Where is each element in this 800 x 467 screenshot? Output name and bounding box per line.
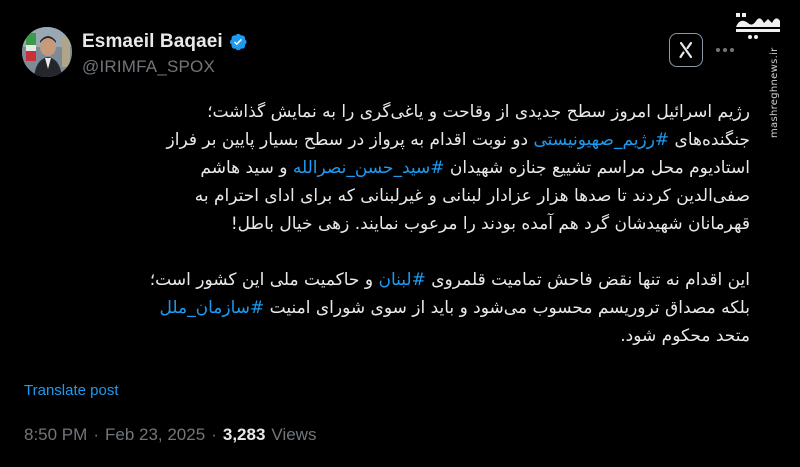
views-count[interactable]: 3,283 <box>223 425 266 445</box>
post-line: صفی‌الدین کردند تا صدها هزار عزادار لبنا… <box>20 182 750 210</box>
more-icon[interactable] <box>714 37 736 63</box>
post-meta: 8:50 PM · Feb 23, 2025 · 3,283 Views <box>24 425 316 445</box>
avatar[interactable] <box>22 27 72 77</box>
grok-icon[interactable] <box>669 33 703 67</box>
post-line: متحد محکوم شود. <box>20 322 750 350</box>
post-line: قهرمانان شهیدشان گرد هم آمده بودند را مر… <box>20 210 750 238</box>
post-paragraph-1: رژیم اسرائیل امروز سطح جدیدی از وقاحت و … <box>20 98 750 238</box>
post-text: رژیم اسرائیل امروز سطح جدیدی از وقاحت و … <box>20 98 750 350</box>
meta-separator: · <box>211 425 217 444</box>
views-label: Views <box>271 425 317 444</box>
post-text-segment: متحد محکوم شود. <box>620 326 750 346</box>
hashtag-link[interactable]: #سازمان_ملل <box>160 298 265 318</box>
post-paragraph-2: این اقدام نه تنها نقض فاحش تمامیت قلمروی… <box>20 266 750 350</box>
post-line: استادیوم محل مراسم تشییع جنازه شهیدان #س… <box>20 154 750 182</box>
post-header: Esmaeil Baqaei @IRIMFA_SPOX <box>22 27 622 79</box>
watermark-logo <box>734 5 782 47</box>
post-line: بلکه مصداق تروریسم محسوب می‌شود و باید ا… <box>20 294 751 322</box>
hashtag-link[interactable]: #لبنان <box>378 270 425 290</box>
post-line: جنگنده‌های #رژیم_صهیونیستی دو نوبت اقدام… <box>20 126 750 154</box>
post-time[interactable]: 8:50 PM <box>24 425 87 445</box>
hashtag-link[interactable]: #رژیم_صهیونیستی <box>533 130 669 150</box>
post-card: Esmaeil Baqaei @IRIMFA_SPOX mashreghnews… <box>0 0 800 467</box>
meta-separator: · <box>93 425 99 444</box>
post-text-segment: دو نوبت اقدام به پرواز در سطح بسیار پایی… <box>166 130 534 150</box>
post-text-segment: این اقدام نه تنها نقض فاحش تمامیت قلمروی <box>425 270 750 290</box>
verified-badge-icon <box>228 32 248 52</box>
author-handle[interactable]: @IRIMFA_SPOX <box>82 57 248 77</box>
post-text-segment: صفی‌الدین کردند تا صدها هزار عزادار لبنا… <box>194 186 750 206</box>
post-text-segment: رژیم اسرائیل امروز سطح جدیدی از وقاحت و … <box>207 102 750 122</box>
post-text-segment: قهرمانان شهیدشان گرد هم آمده بودند را مر… <box>230 214 750 234</box>
post-text-segment: و حاکمیت ملی این کشور است؛ <box>149 270 379 290</box>
post-text-segment: بلکه مصداق تروریسم محسوب می‌شود و باید ا… <box>264 298 750 318</box>
post-text-segment: و سید هاشم <box>200 158 293 178</box>
hashtag-link[interactable]: #سید_حسن_نصرالله <box>293 158 445 178</box>
post-text-segment: استادیوم محل مراسم تشییع جنازه شهیدان <box>444 158 750 178</box>
post-line: رژیم اسرائیل امروز سطح جدیدی از وقاحت و … <box>20 98 750 126</box>
post-date[interactable]: Feb 23, 2025 <box>105 425 205 445</box>
translate-post-link[interactable]: Translate post <box>24 382 119 399</box>
watermark-site: mashreghnews.ir <box>769 47 780 138</box>
post-text-segment: جنگنده‌های <box>669 130 750 150</box>
author-info: Esmaeil Baqaei @IRIMFA_SPOX <box>82 31 248 77</box>
post-line: این اقدام نه تنها نقض فاحش تمامیت قلمروی… <box>20 266 750 294</box>
author-name[interactable]: Esmaeil Baqaei <box>82 31 223 53</box>
